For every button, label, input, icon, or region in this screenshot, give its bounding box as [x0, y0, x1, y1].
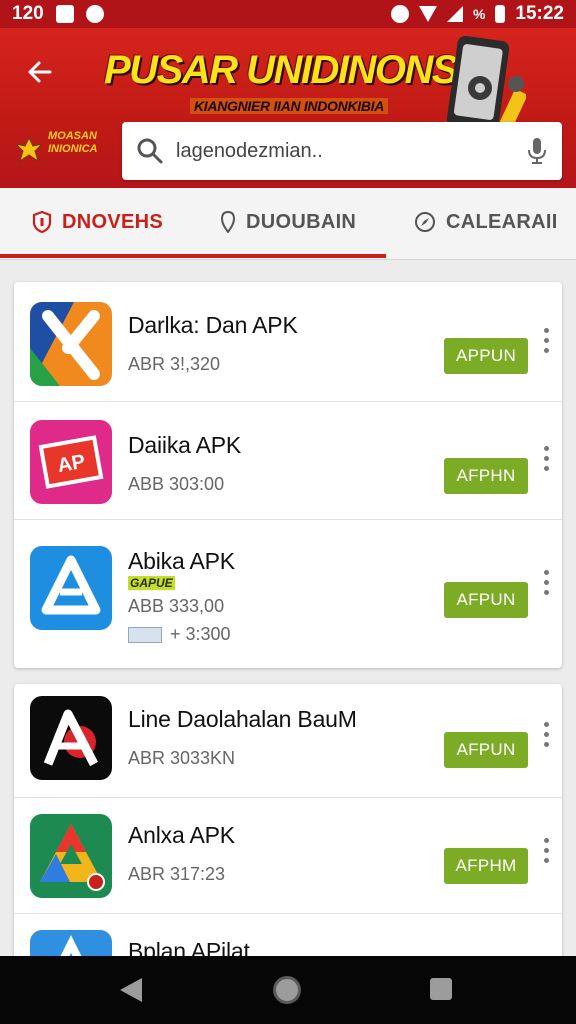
back-button[interactable]: [20, 56, 60, 90]
app-name: Anlxa APK: [128, 822, 235, 848]
battery-percent: %: [472, 6, 486, 22]
brand-logo: MOASAN INIONICA: [14, 126, 110, 176]
signal-icon: [446, 6, 463, 22]
list-item[interactable]: AP Daiika APK ABB 303:00 AFPHN: [14, 402, 562, 520]
tab-calearaii[interactable]: CALEARAII: [414, 188, 558, 256]
more-options-icon[interactable]: [540, 570, 552, 598]
tab-dnovehs[interactable]: DNOVEHS: [32, 188, 163, 256]
a-letter-app-icon: [30, 696, 112, 780]
install-button[interactable]: AFPHM: [444, 848, 528, 884]
nav-recents-icon[interactable]: [430, 978, 452, 1000]
status-left-text: 120: [12, 3, 44, 24]
wifi-icon: [418, 6, 437, 22]
x-app-icon: [30, 302, 112, 386]
ap-app-icon: AP: [30, 420, 112, 504]
header-banner: PUSAR UNIDINONSIA KIANGNIER IIAN INDONKI…: [0, 28, 576, 188]
shield-icon: [32, 211, 52, 233]
list-item[interactable]: Abika APK GAPUE ABB 333,00 + 3:300 AFPUN: [14, 520, 562, 668]
arrow-left-icon: [28, 61, 52, 83]
list-item[interactable]: Line Daolahalan BauM ABR 3033KN AFPUN: [14, 684, 562, 798]
badge-icon: [128, 626, 162, 643]
nav-back-icon[interactable]: [120, 978, 142, 1002]
tab-label: DNOVEHS: [62, 210, 164, 233]
search-input[interactable]: lagenodezmian..: [176, 140, 526, 163]
more-options-icon[interactable]: [540, 838, 552, 866]
tab-label: CALEARAII: [446, 210, 558, 233]
search-icon: [137, 138, 163, 164]
app-name: Daiika APK: [128, 432, 242, 458]
app-extra-text: + 3:300: [170, 624, 231, 644]
app-name: Darlka: Dan APK: [128, 312, 298, 338]
tab-bar: DNOVEHS DUOUBAIN CALEARAII: [0, 188, 576, 260]
compass-icon: [415, 212, 435, 232]
active-tab-indicator: [0, 254, 386, 258]
app-list-card: Darlka: Dan APK ABR 3!,320 APPUN AP Daii…: [14, 282, 562, 668]
app-name: Line Daolahalan BauM: [128, 706, 357, 732]
install-button[interactable]: AFPHN: [444, 458, 528, 494]
app-tag: GAPUE: [128, 576, 175, 590]
app-name: Abika APK: [128, 548, 235, 574]
search-bar[interactable]: lagenodezmian..: [122, 122, 562, 180]
app-meta: ABR 3!,320: [128, 354, 221, 374]
pin-icon: [220, 211, 236, 233]
app-meta: ABB 333,00: [128, 596, 225, 616]
app-extra-info: + 3:300: [128, 624, 231, 645]
logo-text-line1: MOASAN: [48, 130, 97, 142]
alarm-icon: [390, 5, 409, 23]
tab-label: DUOUBAIN: [246, 210, 357, 233]
battery-icon: [495, 5, 506, 23]
install-button[interactable]: APPUN: [444, 338, 528, 374]
more-options-icon[interactable]: [540, 328, 552, 356]
mail-icon: [55, 5, 74, 23]
status-bar: 120 % 15:22: [0, 0, 576, 28]
navigation-bar: [0, 956, 576, 1024]
banner-subtitle: KIANGNIER IIAN INDONKIBIA: [190, 98, 389, 114]
triangle-app-icon: [30, 546, 112, 630]
notification-icon: [85, 5, 104, 23]
app-meta: ABR 3033KN: [128, 748, 236, 768]
install-button[interactable]: AFPUN: [444, 582, 528, 618]
drive-app-icon: [30, 814, 112, 898]
install-button[interactable]: AFPUN: [444, 732, 528, 768]
logo-text-line2: INIONICA: [48, 143, 98, 155]
app-list-card: Line Daolahalan BauM ABR 3033KN AFPUN An…: [14, 684, 562, 984]
tab-duoubain[interactable]: DUOUBAIN: [220, 188, 356, 256]
more-options-icon[interactable]: [540, 722, 552, 750]
list-item[interactable]: Darlka: Dan APK ABR 3!,320 APPUN: [14, 282, 562, 402]
microphone-icon[interactable]: [526, 136, 548, 166]
list-item[interactable]: Anlxa APK ABR 317:23 AFPHM: [14, 798, 562, 914]
eagle-logo-icon: [14, 136, 44, 163]
nav-home-icon[interactable]: [273, 976, 301, 1004]
app-meta: ABR 317:23: [128, 864, 226, 884]
status-time: 15:22: [515, 3, 564, 24]
app-meta: ABB 303:00: [128, 474, 225, 494]
more-options-icon[interactable]: [540, 446, 552, 474]
